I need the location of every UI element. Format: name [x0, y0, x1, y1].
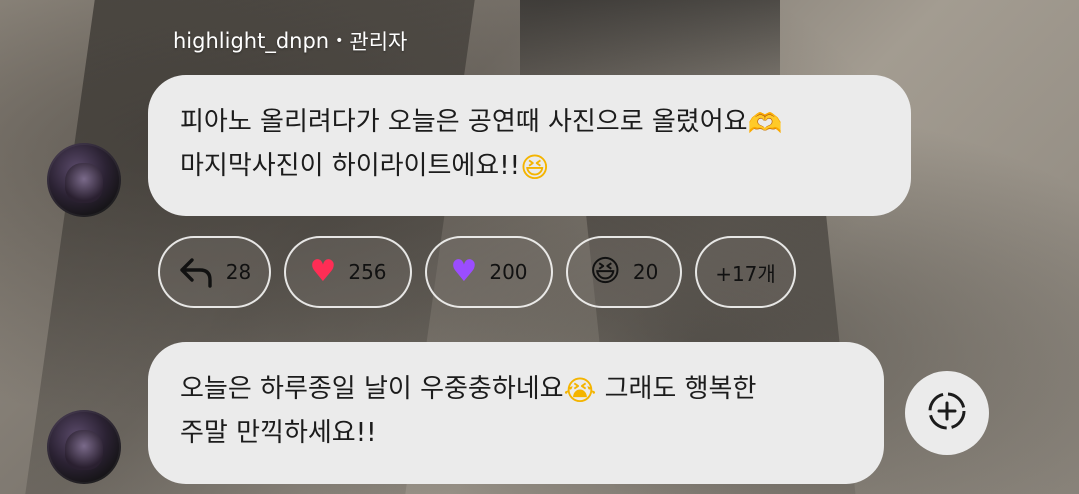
reaction-count: 200 [489, 260, 528, 284]
message-text: 오늘은 하루종일 날이 우중충하네요 [180, 374, 564, 404]
message-line: 마지막사진이 하이라이트에요!!😆 [180, 145, 879, 189]
message-author: highlight_dnpn • 관리자 [173, 24, 407, 58]
message-bubble[interactable]: 피아노 올리려다가 오늘은 공연때 사진으로 올렸어요🫶 마지막사진이 하이라이… [148, 75, 911, 216]
add-reaction-button[interactable] [905, 371, 989, 455]
purple-heart-icon: ♥ [450, 254, 478, 289]
message-line: 피아노 올리려다가 오늘은 공연때 사진으로 올렸어요🫶 [180, 101, 879, 145]
reaction-count: 20 [632, 260, 659, 284]
heart-hands-emoji-icon: 🫶 [747, 107, 783, 140]
separator-dot: • [335, 33, 344, 49]
red-heart-icon: ♥ [309, 254, 337, 289]
more-reactions-label: +17개 [715, 261, 776, 286]
author-role-badge: 관리자 [349, 30, 408, 54]
reply-count: 28 [225, 260, 252, 284]
reply-count-button[interactable]: 28 [158, 236, 271, 308]
reaction-count: 256 [348, 260, 387, 284]
author-avatar[interactable] [47, 143, 121, 217]
message-text: 마지막사진이 하이라이트에요!! [180, 151, 521, 181]
author-username[interactable]: highlight_dnpn [173, 29, 329, 53]
reaction-chip-laugh[interactable]: 😆 20 [566, 236, 682, 308]
grinning-squint-emoji-icon: 😆 [520, 151, 550, 184]
message-text: 피아노 올리려다가 오늘은 공연때 사진으로 올렸어요 [180, 107, 748, 137]
reaction-bar: 28 ♥ 256 ♥ 200 😆 20 +17개 [158, 236, 796, 310]
reaction-chip-purple-heart[interactable]: ♥ 200 [425, 236, 553, 308]
message-text: 주말 만끽하세요!! [180, 418, 377, 448]
add-reaction-icon [926, 390, 968, 436]
loudly-crying-emoji-icon: 😭 [563, 374, 597, 407]
reaction-chip-heart[interactable]: ♥ 256 [284, 236, 412, 308]
message-line: 주말 만끽하세요!! [180, 412, 852, 455]
message-bubble[interactable]: 오늘은 하루종일 날이 우중충하네요😭 그래도 행복한 주말 만끽하세요!! [148, 342, 884, 484]
more-reactions-button[interactable]: +17개 [695, 236, 796, 308]
message-line: 오늘은 하루종일 날이 우중충하네요😭 그래도 행복한 [180, 368, 852, 412]
grinning-squint-icon: 😆 [589, 254, 621, 289]
reply-arrow-icon [178, 256, 214, 288]
message-text: 그래도 행복한 [596, 374, 757, 404]
author-avatar[interactable] [47, 410, 121, 484]
